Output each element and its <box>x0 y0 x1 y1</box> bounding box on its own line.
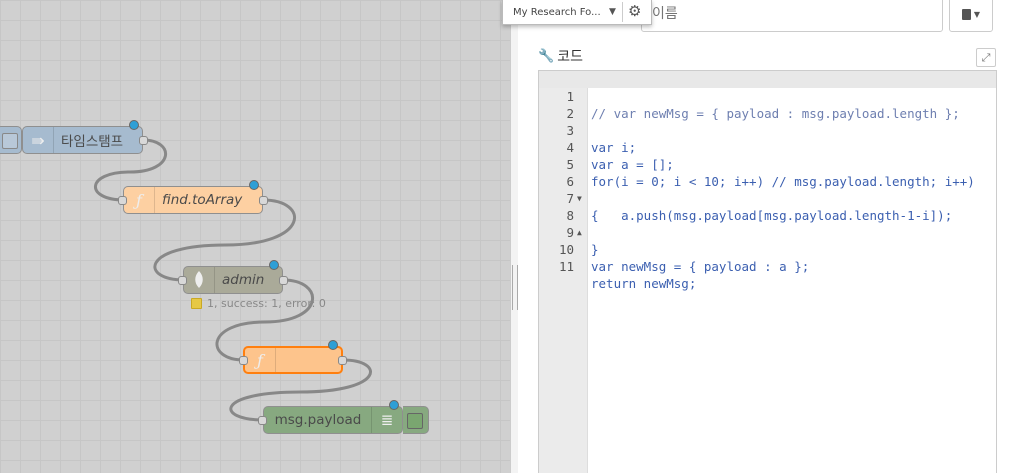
library-button[interactable]: ▼ <box>949 0 993 32</box>
wrench-icon: 🔧 <box>538 48 555 64</box>
wires <box>94 138 372 422</box>
debug-toggle-button[interactable] <box>403 406 429 434</box>
divider <box>622 2 623 22</box>
node-label: 타임스탬프 <box>61 134 124 150</box>
name-input[interactable] <box>641 0 943 32</box>
code-line[interactable]: 5 for(i = 0; i < 10; i++) // msg.payload… <box>539 139 996 189</box>
changed-indicator <box>129 120 139 130</box>
code-line[interactable]: 3 var i; <box>539 105 996 155</box>
leaf-icon-shape <box>195 271 203 288</box>
expand-icon: ⤢ <box>981 50 991 64</box>
output-port[interactable] <box>139 136 148 145</box>
input-port[interactable] <box>239 356 248 365</box>
code-label-text: 코드 <box>557 49 583 65</box>
node-status: 1, success: 1, error: 0 <box>191 297 326 310</box>
arrow-right-icon: ⇛ <box>23 127 54 153</box>
input-port[interactable] <box>178 276 187 285</box>
function-icon: ƒ <box>124 187 155 213</box>
node-label: admin <box>222 272 265 288</box>
node-label <box>275 348 341 372</box>
input-port[interactable] <box>258 416 267 425</box>
code-line[interactable]: 9 <box>539 207 996 240</box>
flow-canvas[interactable]: ⇛ 타임스탬프 ƒ find.toArray admin 1, success:… <box>0 0 510 473</box>
list-icon: ≣ <box>371 407 402 433</box>
gear-icon[interactable]: ⚙ <box>628 2 641 20</box>
caret-down-icon: ▼ <box>609 7 616 17</box>
code-line[interactable]: 1 // var newMsg = { payload : msg.payloa… <box>539 71 996 121</box>
input-port[interactable] <box>118 196 127 205</box>
code-line[interactable]: 4 var a = []; <box>539 122 996 172</box>
folder-select[interactable]: My Research Fo... ▼ ⚙ <box>502 0 652 25</box>
changed-indicator <box>269 260 279 270</box>
code-label: 🔧 코드 <box>538 46 583 66</box>
expand-editor-button[interactable]: ⤢ <box>976 48 996 67</box>
code-line[interactable]: 7 a.push(msg.payload[msg.payload.length-… <box>539 173 996 223</box>
book-icon <box>961 8 971 20</box>
code-line[interactable]: 8 ▲ } <box>539 190 996 257</box>
code-line[interactable]: 6 ▼ { <box>539 156 996 223</box>
node-label: msg.payload <box>274 412 362 428</box>
code-editor[interactable]: 1 // var newMsg = { payload : msg.payloa… <box>538 70 997 473</box>
changed-indicator <box>328 340 338 350</box>
leaf-icon <box>184 267 215 293</box>
line-number: 11 <box>558 259 574 274</box>
node-label: find.toArray <box>162 192 243 208</box>
debug-toggle[interactable] <box>407 413 423 429</box>
output-port[interactable] <box>259 196 268 205</box>
inject-button-node[interactable] <box>0 126 22 154</box>
function-node[interactable]: ƒ <box>239 340 347 374</box>
code-text: return newMsg; <box>591 276 697 291</box>
caret-down-icon: ▼ <box>973 9 981 19</box>
code-text: var newMsg = { payload : a }; <box>591 259 810 274</box>
status-text: 1, success: 1, error: 0 <box>207 297 326 310</box>
code-line[interactable]: 2 <box>539 88 996 121</box>
function-icon: ƒ <box>245 348 276 372</box>
folder-select-value: My Research Fo... <box>513 6 601 18</box>
output-port[interactable] <box>279 276 288 285</box>
admin-mongodb-node[interactable]: admin <box>178 260 288 294</box>
code-line[interactable]: 10 var newMsg = { payload : a }; <box>539 224 996 274</box>
sidebar-resize-handle[interactable] <box>510 0 518 473</box>
changed-indicator <box>389 400 399 410</box>
debug-node[interactable]: msg.payload ≣ <box>258 400 403 434</box>
code-line[interactable]: 11 return newMsg; <box>539 241 996 291</box>
output-port[interactable] <box>338 356 347 365</box>
find-to-array-node[interactable]: ƒ find.toArray <box>118 180 268 214</box>
inject-button[interactable] <box>2 133 18 149</box>
changed-indicator <box>249 180 259 190</box>
timestamp-node[interactable]: ⇛ 타임스탬프 <box>22 120 148 154</box>
status-dot-icon <box>191 298 202 309</box>
